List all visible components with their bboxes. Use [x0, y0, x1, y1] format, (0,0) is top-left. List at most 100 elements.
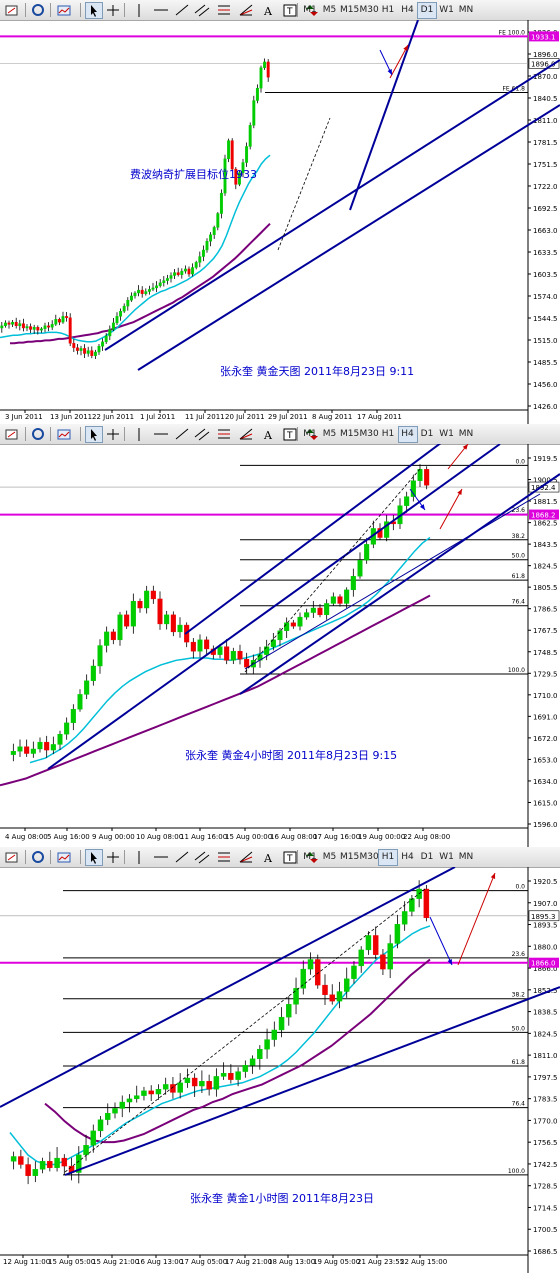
candle-body [158, 282, 162, 286]
candle-body [47, 325, 51, 328]
timeframe-m5-button[interactable]: M5 [320, 426, 340, 443]
fibo-icon[interactable] [215, 849, 233, 866]
cursor-icon[interactable] [85, 849, 103, 866]
cursor-icon[interactable] [85, 426, 103, 443]
timeframe-d1-button[interactable]: D1 [417, 2, 437, 19]
timeframe-m1-button[interactable]: M1 [300, 849, 320, 866]
candle-body [199, 1081, 205, 1087]
candle-body [32, 327, 36, 330]
fibo-fan-icon[interactable] [237, 426, 255, 443]
toolbar-separator [50, 427, 51, 441]
timeframe-mn-button[interactable]: MN [456, 849, 476, 866]
timeframe-h1-button[interactable]: H1 [378, 849, 398, 866]
zoom-icon[interactable] [30, 426, 48, 443]
timeframe-d1-button[interactable]: D1 [417, 426, 437, 443]
trendline-icon[interactable] [173, 849, 191, 866]
trendline-icon[interactable] [173, 426, 191, 443]
chart-icon[interactable] [55, 2, 73, 19]
text-icon[interactable]: A [259, 2, 277, 19]
chart-caption: 张永奎 黄金1小时图 2011年8月23日 [190, 1191, 374, 1205]
timeframe-m5-button[interactable]: M5 [320, 2, 340, 19]
line-icon[interactable] [130, 2, 148, 19]
cursor-icon[interactable] [85, 2, 103, 19]
time-tick-label: 18 Aug 13:00 [268, 1258, 315, 1266]
trendline-icon[interactable] [173, 2, 191, 19]
fibo-level-label: 0.0 [515, 884, 525, 891]
fibo-level-label: 61.8 [512, 1059, 526, 1066]
candle-body [18, 1156, 24, 1165]
line-icon[interactable] [130, 849, 148, 866]
new-order-icon[interactable] [3, 849, 21, 866]
channel-icon[interactable] [193, 426, 211, 443]
timeframe-m5-button[interactable]: M5 [320, 849, 340, 866]
crosshair-icon[interactable] [104, 849, 122, 866]
timeframe-w1-button[interactable]: W1 [437, 849, 457, 866]
timeframe-h1-button[interactable]: H1 [378, 2, 398, 19]
line-icon[interactable] [130, 426, 148, 443]
fibo-level-label: 50.0 [512, 553, 526, 560]
price-tick-label: 1919.5 [533, 455, 558, 463]
candle-body [115, 316, 119, 324]
new-order-icon[interactable] [3, 426, 21, 443]
toolbar-separator [124, 427, 125, 441]
text-icon[interactable]: A [259, 849, 277, 866]
fibo-icon[interactable] [215, 2, 233, 19]
zoom-icon[interactable] [30, 849, 48, 866]
timeframe-mn-button[interactable]: MN [456, 2, 476, 19]
time-tick-label: 4 Aug 08:00 [5, 833, 48, 841]
hline-icon[interactable] [152, 426, 170, 443]
candle-body [180, 270, 184, 275]
timeframe-h4-button[interactable]: H4 [397, 426, 418, 443]
zoom-icon[interactable] [30, 2, 48, 19]
timeframe-h1-button[interactable]: H1 [378, 426, 398, 443]
timeframe-m30-button[interactable]: M30 [359, 849, 379, 866]
candle-body [230, 140, 234, 170]
timeframe-m30-button[interactable]: M30 [359, 426, 379, 443]
h1-chart[interactable]: 1920.51907.01893.51880.01866.01852.51838… [0, 867, 560, 1273]
timeframe-m30-button[interactable]: M30 [359, 2, 379, 19]
timeframe-mn-button[interactable]: MN [456, 426, 476, 443]
timeframe-m15-button[interactable]: M15 [339, 426, 359, 443]
candle-body [90, 1130, 97, 1146]
timeframe-d1-button[interactable]: D1 [417, 849, 437, 866]
time-tick-label: 12 Aug 11:00 [3, 1258, 50, 1266]
new-order-icon[interactable] [3, 2, 21, 19]
price-tick-label: 1811.0 [533, 1052, 558, 1060]
text-icon[interactable]: A [259, 426, 277, 443]
channel-icon[interactable] [193, 2, 211, 19]
daily-chart[interactable]: 1926.01896.01870.01840.51811.01781.51751… [0, 20, 560, 424]
timeframe-m1-button[interactable]: M1 [300, 2, 320, 19]
candle-body [101, 341, 105, 347]
crosshair-icon[interactable] [104, 2, 122, 19]
channel-icon[interactable] [193, 849, 211, 866]
candle-body [133, 1095, 140, 1100]
timeframe-h4-button[interactable]: H4 [398, 849, 418, 866]
h4-chart[interactable]: 1919.51900.51881.51862.51843.51824.51805… [0, 444, 560, 847]
candle-body [24, 746, 30, 754]
time-tick-label: 17 Aug 16:00 [313, 833, 360, 841]
fibo-fan-icon[interactable] [237, 2, 255, 19]
toolbar-separator [25, 850, 26, 864]
candle-body [263, 61, 267, 68]
timeframe-w1-button[interactable]: W1 [437, 2, 457, 19]
candle-body [350, 575, 356, 591]
timeframe-m15-button[interactable]: M15 [339, 849, 359, 866]
candle-body [219, 192, 223, 214]
hline-icon[interactable] [152, 849, 170, 866]
timeframe-m1-button[interactable]: M1 [300, 426, 320, 443]
timeframe-w1-button[interactable]: W1 [437, 426, 457, 443]
fibo-icon[interactable] [215, 426, 233, 443]
fibo-level-label: 0.0 [515, 458, 525, 465]
timeframe-h4-button[interactable]: H4 [398, 2, 418, 19]
timeframe-m15-button[interactable]: M15 [339, 2, 359, 19]
hline-icon[interactable] [152, 2, 170, 19]
time-tick-label: 22 Aug 15:00 [400, 1258, 447, 1266]
time-tick-label: 13 Jun 2011 [50, 413, 92, 421]
crosshair-icon[interactable] [104, 426, 122, 443]
fibo-level-label: 100.0 [508, 1168, 525, 1175]
chart-icon[interactable] [55, 426, 73, 443]
chart-icon[interactable] [55, 849, 73, 866]
fibo-fan-icon[interactable] [237, 849, 255, 866]
candle-body [201, 249, 205, 257]
toolbar-separator [80, 427, 81, 441]
